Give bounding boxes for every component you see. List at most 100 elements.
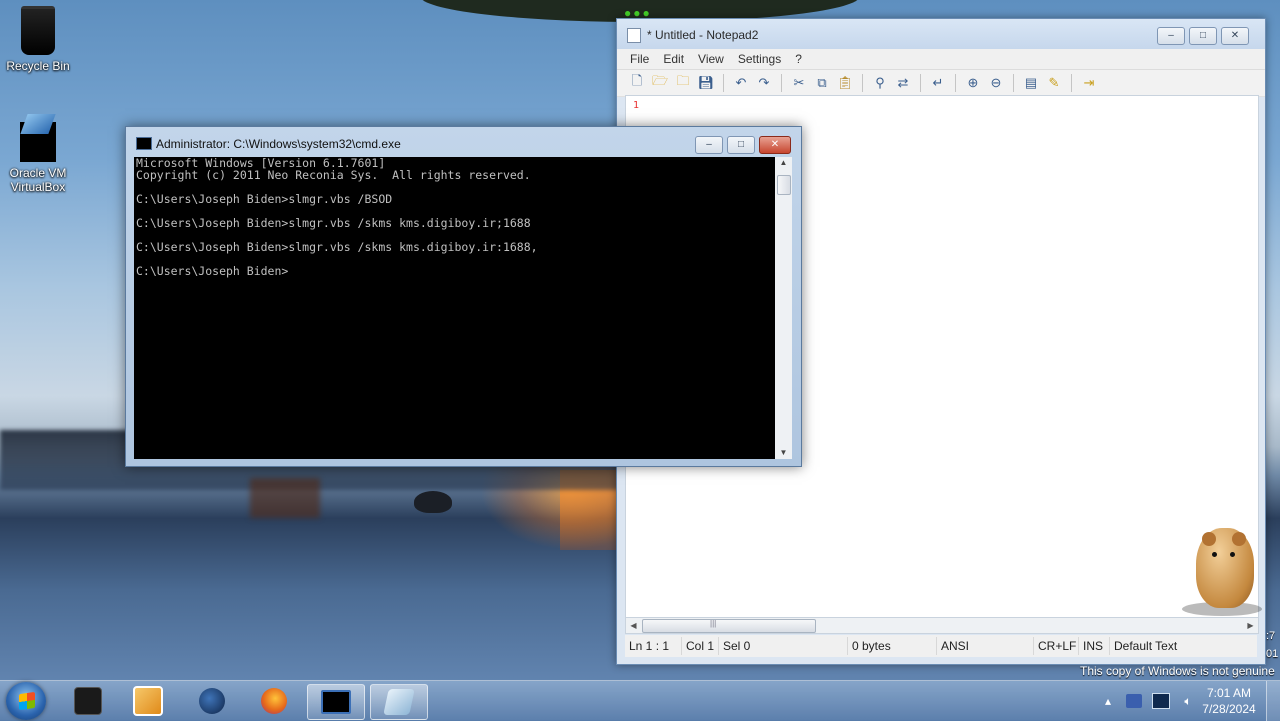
- taskbar: ▴ 🔈︎ 7:01 AM 7/28/2024: [0, 680, 1280, 721]
- undo-icon[interactable]: ↶: [731, 73, 751, 93]
- maximize-button[interactable]: □: [727, 136, 755, 154]
- desktop-icon-label-line2: VirtualBox: [10, 180, 66, 194]
- status-position: Ln 1 : 1: [625, 637, 682, 655]
- toolbar: 🗋 🗁 🗀 💾︎ ↶ ↷ ✂ ⧉ 📋︎ ⚲ ⇄ ↵ ⊕ ⊖ ▤ ✎ ⇥: [617, 70, 1265, 97]
- wallpaper-rock: [414, 491, 452, 513]
- paste-icon[interactable]: 📋︎: [835, 73, 855, 93]
- desktop-icon-virtualbox[interactable]: Oracle VM VirtualBox: [0, 122, 76, 194]
- show-hidden-icons-icon[interactable]: ▴: [1100, 694, 1116, 708]
- scrollbar-thumb[interactable]: [642, 619, 816, 633]
- cmd-icon: [321, 690, 351, 714]
- toolbar-separator: [862, 74, 863, 92]
- status-eol[interactable]: CR+LF: [1034, 637, 1079, 655]
- hamster-eye: [1212, 552, 1217, 557]
- menu-file[interactable]: File: [623, 49, 656, 69]
- scrollbar-thumb[interactable]: [777, 175, 791, 195]
- horizontal-scrollbar[interactable]: ◀ ||| ▶: [625, 617, 1259, 634]
- toolbar-separator: [1071, 74, 1072, 92]
- menu-bar: File Edit View Settings ?: [617, 49, 1265, 70]
- scroll-up-icon[interactable]: ▲: [775, 157, 792, 169]
- cmd-titlebar[interactable]: Administrator: C:\Windows\system32\cmd.e…: [126, 127, 801, 157]
- console-line: Copyright (c) 2011 Neo Reconia Sys. All …: [136, 168, 531, 182]
- vertical-scrollbar[interactable]: ▲ ▼: [775, 157, 792, 459]
- zoom-in-icon[interactable]: ⊕: [963, 73, 983, 93]
- minimize-button[interactable]: –: [1157, 27, 1185, 45]
- display-icon[interactable]: [1152, 693, 1170, 709]
- scroll-down-icon[interactable]: ▼: [775, 447, 792, 459]
- taskbar-app-media-player[interactable]: [120, 684, 176, 718]
- taskbar-app-virtualbox[interactable]: [60, 684, 116, 718]
- status-col: Col 1: [682, 637, 719, 655]
- globe-icon: [199, 688, 225, 714]
- scroll-right-icon[interactable]: ▶: [1243, 618, 1258, 633]
- cmd-window[interactable]: Administrator: C:\Windows\system32\cmd.e…: [125, 126, 802, 467]
- exit-icon[interactable]: ⇥: [1079, 73, 1099, 93]
- console-prompt: C:\Users\Joseph Biden>: [136, 264, 289, 278]
- status-mode[interactable]: INS: [1079, 637, 1110, 655]
- taskbar-app-cmd[interactable]: [307, 684, 365, 720]
- hamster-ear: [1232, 532, 1246, 546]
- menu-help[interactable]: ?: [788, 49, 809, 69]
- hamster-gadget[interactable]: [1182, 514, 1264, 620]
- toolbar-separator: [1013, 74, 1014, 92]
- status-encoding[interactable]: ANSI: [937, 637, 1034, 655]
- menu-view[interactable]: View: [691, 49, 731, 69]
- notepad-icon: [383, 689, 415, 715]
- copy-icon[interactable]: ⧉: [812, 73, 832, 93]
- status-scheme[interactable]: Default Text: [1110, 637, 1181, 655]
- toolbar-separator: [723, 74, 724, 92]
- customize-icon[interactable]: ✎: [1044, 73, 1064, 93]
- firefox-icon: [261, 688, 287, 714]
- zoom-out-icon[interactable]: ⊖: [986, 73, 1006, 93]
- minimize-button[interactable]: –: [695, 136, 723, 154]
- word-wrap-icon[interactable]: ↵: [928, 73, 948, 93]
- start-button[interactable]: [6, 682, 46, 720]
- media-player-icon: [133, 686, 163, 716]
- find-icon[interactable]: ⚲: [870, 73, 890, 93]
- replace-icon[interactable]: ⇄: [893, 73, 913, 93]
- menu-edit[interactable]: Edit: [656, 49, 691, 69]
- save-icon[interactable]: 💾︎: [696, 73, 716, 93]
- show-desktop-button[interactable]: [1266, 681, 1280, 721]
- new-file-icon[interactable]: 🗋: [627, 73, 647, 93]
- status-size: 0 bytes: [848, 637, 937, 655]
- scrollbar-grip-icon: |||: [710, 619, 717, 628]
- wallpaper-reflection-2: [250, 478, 320, 518]
- toolbar-separator: [955, 74, 956, 92]
- close-button[interactable]: ✕: [1221, 27, 1249, 45]
- taskbar-app-notepad2[interactable]: [370, 684, 428, 720]
- scroll-left-icon[interactable]: ◀: [626, 618, 641, 633]
- desktop-icon-label-line1: Oracle VM: [9, 166, 67, 180]
- open-folder-icon[interactable]: 🗁: [650, 73, 670, 93]
- notepad2-titlebar[interactable]: * Untitled - Notepad2 – □ ✕: [617, 19, 1265, 49]
- close-button[interactable]: ✕: [759, 136, 791, 154]
- edge-text: :7: [1266, 630, 1276, 642]
- cut-icon[interactable]: ✂: [789, 73, 809, 93]
- desktop-icon-label: Recycle Bin: [6, 59, 70, 73]
- cmd-icon: [136, 137, 152, 150]
- taskbar-app-globe[interactable]: [184, 684, 240, 718]
- genuine-watermark: This copy of Windows is not genuine: [1080, 664, 1275, 678]
- desktop-icon-recycle-bin[interactable]: Recycle Bin: [0, 6, 76, 73]
- recycle-bin-icon: [21, 6, 55, 55]
- hamster-ear: [1202, 532, 1216, 546]
- volume-icon[interactable]: 🔈︎: [1180, 694, 1196, 708]
- system-tray: ▴ 🔈︎: [1100, 681, 1196, 721]
- toolbar-separator: [920, 74, 921, 92]
- redo-icon[interactable]: ↷: [754, 73, 774, 93]
- virtualbox-icon: [74, 687, 102, 715]
- system-clock[interactable]: 7:01 AM 7/28/2024: [1200, 685, 1258, 717]
- menu-settings[interactable]: Settings: [731, 49, 788, 69]
- console-output[interactable]: Microsoft Windows [Version 6.1.7601] Cop…: [134, 157, 775, 459]
- line-number: 1: [633, 100, 640, 111]
- action-center-icon[interactable]: [1126, 694, 1142, 708]
- scheme-icon[interactable]: ▤: [1021, 73, 1041, 93]
- console-line: C:\Users\Joseph Biden>slmgr.vbs /skms km…: [136, 216, 531, 230]
- console-line: C:\Users\Joseph Biden>slmgr.vbs /skms km…: [136, 240, 538, 254]
- virtualbox-icon: [20, 122, 56, 162]
- taskbar-app-firefox[interactable]: [246, 684, 302, 718]
- maximize-button[interactable]: □: [1189, 27, 1217, 45]
- console-line: C:\Users\Joseph Biden>slmgr.vbs /BSOD: [136, 192, 393, 206]
- browse-icon[interactable]: 🗀: [673, 73, 693, 93]
- status-sel: Sel 0: [719, 637, 848, 655]
